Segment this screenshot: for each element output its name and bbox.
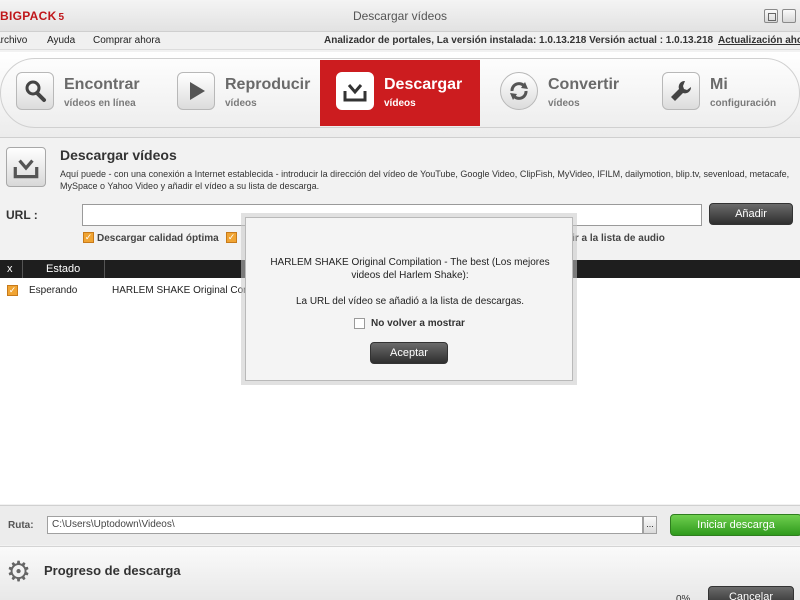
dont-show-label: No volver a mostrar [371, 318, 465, 329]
progress-title: Progreso de descarga [44, 563, 181, 578]
nav-convertir[interactable]: Convertir vídeos [484, 60, 644, 126]
url-label: URL : [6, 208, 38, 222]
row-status: Esperando [29, 285, 78, 296]
menu-bar: Archivo Ayuda Comprar ahora Analizador d… [0, 32, 800, 50]
dialog-confirmation: La URL del vídeo se añadió a la lista de… [295, 296, 525, 307]
route-path-field[interactable]: C:\Users\Uptodown\Videos\ [47, 516, 643, 534]
menu-comprar[interactable]: Comprar ahora [93, 35, 160, 46]
download-tray-icon [6, 147, 46, 187]
menu-ayuda[interactable]: Ayuda [47, 35, 75, 46]
nav-title: Convertir [548, 76, 620, 93]
row-title: HARLEM SHAKE Original Com [112, 285, 252, 296]
confirmation-dialog: HARLEM SHAKE Original Compilation - The … [245, 217, 573, 381]
nav-title: Reproducir [225, 76, 311, 93]
nav-subtitle: vídeos [548, 98, 580, 109]
maximize-button[interactable] [764, 9, 778, 23]
convert-icon [500, 72, 538, 110]
nav-subtitle: configuración [710, 98, 777, 109]
nav-reproducir[interactable]: Reproducir vídeos [161, 60, 321, 126]
route-bar: Ruta: C:\Users\Uptodown\Videos\ ... Inic… [0, 505, 800, 545]
wrench-icon [662, 72, 700, 110]
quality-checkbox[interactable]: ✓ [83, 232, 94, 243]
nav-title: Encontrar [64, 76, 140, 93]
column-header-estado[interactable]: Estado [46, 263, 80, 275]
progress-panel: ⚙ Progreso de descarga 0% [0, 546, 800, 600]
nav-descargar[interactable]: Descargar vídeos [320, 60, 480, 126]
quality-option-label: Descargar calidad óptima [97, 233, 219, 244]
download-tray-icon [336, 72, 374, 110]
magnifier-icon [16, 72, 54, 110]
nav-subtitle: vídeos en línea [64, 98, 136, 109]
title-bar: BIGPACK 5 Descargar vídeos [0, 0, 800, 32]
cancel-button[interactable]: Cancelar [708, 586, 794, 600]
nav-title: Descargar [384, 76, 463, 93]
dont-show-checkbox[interactable] [354, 318, 365, 329]
close-button[interactable] [782, 9, 796, 23]
column-divider [104, 260, 105, 278]
menu-archivo[interactable]: Archivo [0, 35, 27, 46]
section-title: Descargar vídeos [60, 147, 177, 163]
nav-configuracion[interactable]: Mi configuración [646, 60, 800, 126]
audio-checkbox[interactable]: ✓ [226, 232, 237, 243]
nav-subtitle: vídeos [384, 98, 416, 109]
add-button[interactable]: Añadir [709, 203, 793, 225]
audio-option-label: dir a la lista de audio [566, 233, 665, 244]
update-link[interactable]: Actualización ahora [718, 35, 800, 46]
gear-icon: ⚙ [6, 556, 32, 587]
row-checkbox[interactable]: ✓ [7, 285, 18, 296]
nav-encontrar[interactable]: Encontrar vídeos en línea [0, 60, 160, 126]
dialog-message: HARLEM SHAKE Original Compilation - The … [270, 257, 550, 281]
nav-subtitle: vídeos [225, 98, 257, 109]
window-title: Descargar vídeos [352, 9, 448, 23]
column-header-x[interactable]: x [7, 263, 13, 275]
route-label: Ruta: [8, 520, 34, 531]
browse-button[interactable]: ... [643, 516, 657, 534]
section-header: Descargar vídeos Aquí puede - con una co… [0, 139, 800, 205]
start-download-button[interactable]: Iniciar descarga [670, 514, 800, 536]
progress-percent: 0% [676, 594, 691, 600]
play-icon [177, 72, 215, 110]
version-info: Analizador de portales, La versión insta… [324, 35, 714, 46]
section-description: Aquí puede - con una conexión a Internet… [60, 169, 790, 191]
accept-button[interactable]: Aceptar [370, 342, 448, 364]
column-divider [22, 260, 23, 278]
nav-title: Mi [710, 76, 728, 93]
main-nav: Encontrar vídeos en línea Reproducir víd… [0, 52, 800, 138]
